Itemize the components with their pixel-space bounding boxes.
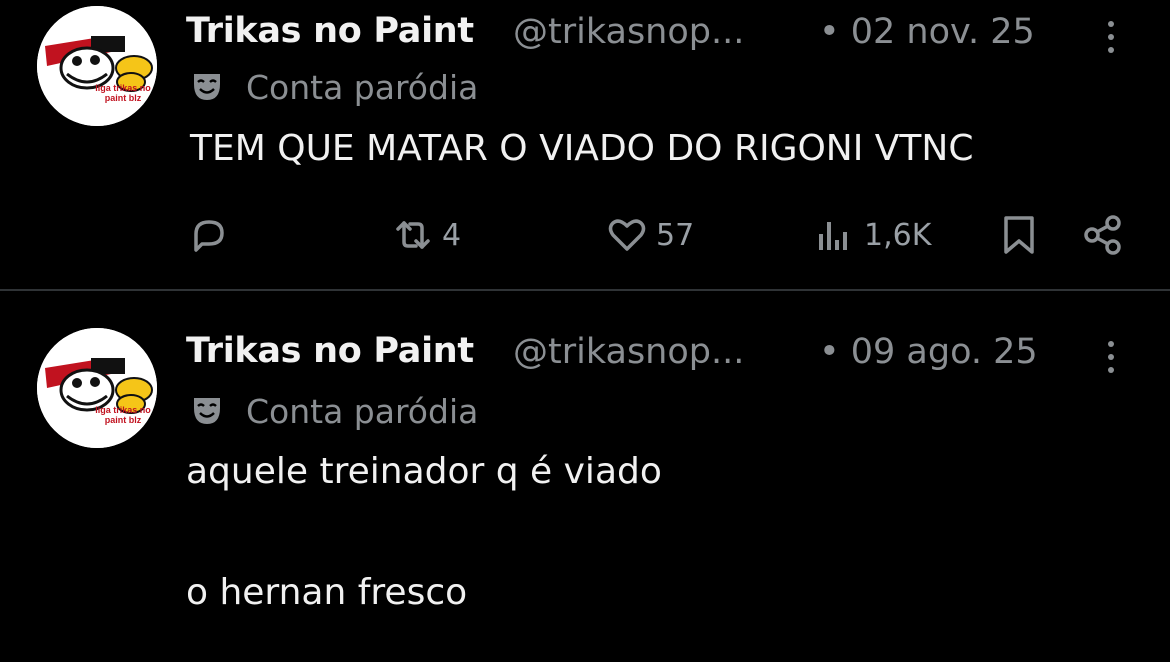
handle[interactable]: @trikasnop... [513,332,744,372]
parody-mask-icon [194,398,220,424]
like-button[interactable]: 57 [606,210,694,260]
reply-button[interactable] [188,210,230,260]
repost-button[interactable]: 4 [392,210,461,260]
post-text: TEM QUE MATAR O VIADO DO RIGONI VTNC [190,128,974,169]
like-count: 57 [656,217,695,253]
post-text-line-1: aquele treinador q é viado [186,451,662,492]
action-bar: 4 57 1,6K [0,210,1170,260]
post-text-line-2: o hernan fresco [186,572,468,613]
post-header: Trikas no Paint @trikasnop... • 09 ago. … [186,331,1136,381]
repost-icon [396,221,430,249]
display-name[interactable]: Trikas no Paint [186,331,474,371]
more-icon[interactable] [1106,337,1116,377]
parody-label: Conta paródia [246,392,479,431]
post-date[interactable]: • 09 ago. 25 [819,332,1038,372]
share-icon [1084,215,1121,255]
heart-icon [608,219,646,251]
display-name[interactable]: Trikas no Paint [186,11,474,51]
views-icon [819,222,847,250]
repost-count: 4 [442,217,462,253]
share-button[interactable] [1082,210,1124,260]
post-header: Trikas no Paint @trikasnop... • 02 nov. … [186,11,1136,61]
handle[interactable]: @trikasnop... [513,12,744,52]
post-date[interactable]: • 02 nov. 25 [819,12,1035,52]
views-button[interactable]: 1,6K [814,210,931,260]
avatar[interactable]: liga trikas no paint blz [37,328,157,448]
avatar[interactable]: liga trikas no paint blz [37,6,157,126]
avatar-logo-text: liga trikas no paint blz [95,405,151,425]
parody-mask-icon [194,74,220,100]
bookmark-button[interactable] [998,210,1040,260]
views-count: 1,6K [864,217,932,253]
post-2[interactable]: liga trikas no paint blz Trikas no Paint… [0,291,1170,662]
bookmark-icon [1004,216,1034,254]
avatar-logo-text: liga trikas no paint blz [95,83,151,103]
more-icon[interactable] [1106,17,1116,57]
reply-icon [194,220,224,252]
parody-label: Conta paródia [246,68,479,107]
post-1[interactable]: liga trikas no paint blz Trikas no Paint… [0,0,1170,290]
